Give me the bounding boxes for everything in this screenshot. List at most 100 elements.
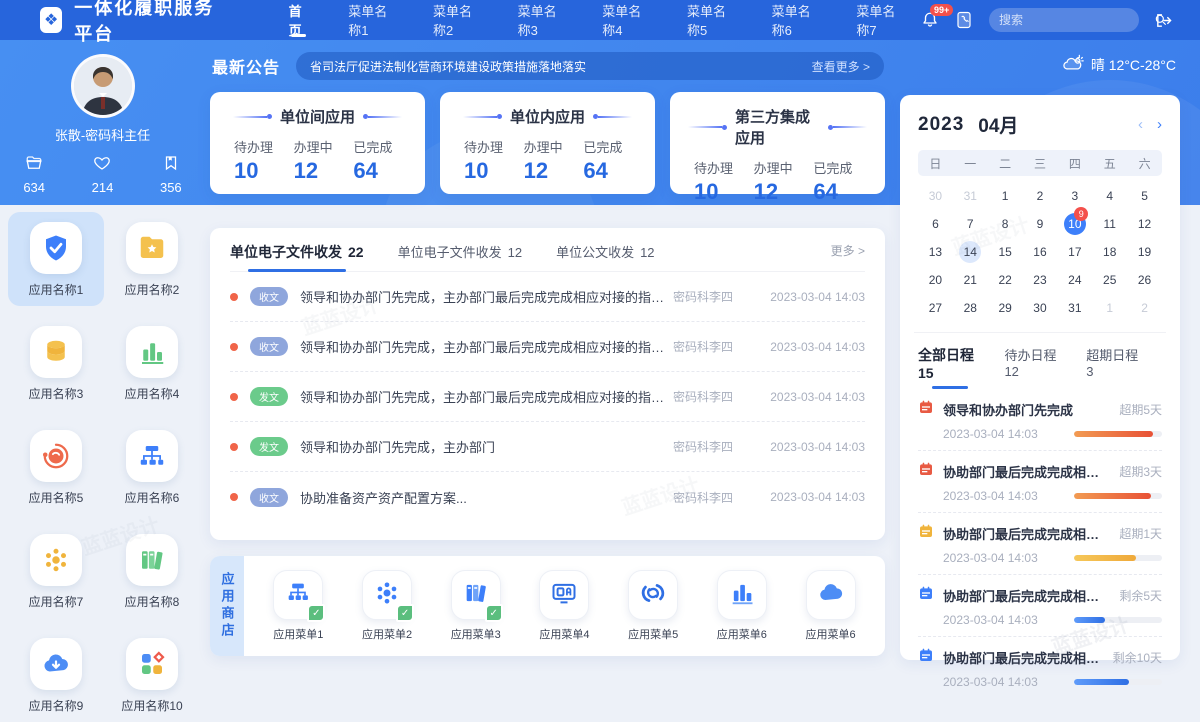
- tab-overdue-schedule[interactable]: 超期日程 3: [1086, 345, 1140, 389]
- sidebar-app-2[interactable]: 应用名称2: [104, 212, 200, 306]
- calendar-schedule-card: 2023 04月 ‹ › 日一 二三 四五 六 30 31 1 2 3 4 5 …: [900, 95, 1180, 660]
- calendar-day[interactable]: 18: [1092, 240, 1127, 264]
- calendar-day-selected[interactable]: 109: [1057, 212, 1092, 236]
- calendar-day[interactable]: 30: [918, 184, 953, 208]
- sidebar-app-3[interactable]: 应用名称3: [8, 316, 104, 410]
- schedule-item[interactable]: 协助部门最后完成完成相应对接... 剩余5天 2023-03-04 14:03: [918, 575, 1162, 637]
- calendar-day[interactable]: 29: [988, 296, 1023, 320]
- store-app-2[interactable]: ✓ 应用菜单2: [362, 570, 412, 642]
- calendar-day[interactable]: 21: [953, 268, 988, 292]
- store-app-6[interactable]: 应用菜单6: [717, 570, 767, 642]
- sidebar-app-5[interactable]: 应用名称5: [8, 420, 104, 514]
- calendar-day[interactable]: 11: [1092, 212, 1127, 236]
- calendar-day[interactable]: 1: [988, 184, 1023, 208]
- stat-documents[interactable]: 634: [0, 154, 68, 195]
- nav-item-menu1[interactable]: 菜单名称1: [328, 0, 413, 40]
- sidebar-app-4[interactable]: 应用名称4: [104, 316, 200, 410]
- stat-bookmarks[interactable]: 356: [137, 154, 205, 195]
- calendar-prev-icon[interactable]: ‹: [1138, 117, 1143, 132]
- doc-type-badge: 收文: [250, 488, 288, 507]
- sidebar-app-1[interactable]: 应用名称1: [8, 212, 104, 306]
- sidebar-app-7[interactable]: 应用名称7: [8, 524, 104, 618]
- store-app-7[interactable]: 应用菜单6: [806, 570, 856, 642]
- calendar-day[interactable]: 20: [918, 268, 953, 292]
- nav-item-home[interactable]: 首页: [269, 0, 329, 40]
- schedule-item[interactable]: 领导和协办部门先完成 超期5天 2023-03-04 14:03: [918, 389, 1162, 451]
- stat-card-third-party[interactable]: 第三方集成应用 待办理10 办理中12 已完成64: [670, 92, 885, 194]
- calendar-day[interactable]: 27: [918, 296, 953, 320]
- doc-list-item[interactable]: 收文 协助准备资产资产配置方案... 密码科李四 2023-03-04 14:0…: [230, 472, 865, 522]
- calendar-day[interactable]: 17: [1057, 240, 1092, 264]
- calendar-day-today[interactable]: 14: [953, 240, 988, 264]
- schedule-progress-bar: [1074, 431, 1162, 437]
- calendar-day[interactable]: 31: [1057, 296, 1092, 320]
- logout-icon[interactable]: [1155, 12, 1172, 29]
- calendar-day[interactable]: 30: [1023, 296, 1058, 320]
- tab-pending-schedule[interactable]: 待办日程 12: [1004, 345, 1064, 389]
- store-app-3[interactable]: ✓ 应用菜单3: [451, 570, 501, 642]
- contacts-book-icon[interactable]: [955, 11, 973, 29]
- store-app-1[interactable]: ✓ 应用菜单1: [273, 570, 323, 642]
- store-app-4[interactable]: 应用菜单4: [539, 570, 589, 642]
- calendar-day[interactable]: 26: [1127, 268, 1162, 292]
- calendar-day[interactable]: 22: [988, 268, 1023, 292]
- calendar-day[interactable]: 16: [1023, 240, 1058, 264]
- calendar-day[interactable]: 4: [1092, 184, 1127, 208]
- doc-list-item[interactable]: 发文 领导和协办部门先完成，主办部门 密码科李四 2023-03-04 14:0…: [230, 422, 865, 472]
- folder-star-icon: [126, 222, 178, 274]
- nav-item-menu5[interactable]: 菜单名称5: [667, 0, 752, 40]
- calendar-day[interactable]: 19: [1127, 240, 1162, 264]
- schedule-item[interactable]: 协助部门最后完成完成相应对接... 超期3天 2023-03-04 14:03: [918, 451, 1162, 513]
- nav-item-menu3[interactable]: 菜单名称3: [498, 0, 583, 40]
- store-app-5[interactable]: 应用菜单5: [628, 570, 678, 642]
- calendar-day[interactable]: 5: [1127, 184, 1162, 208]
- stat-card-inter-unit[interactable]: 单位间应用 待办理10 办理中12 已完成64: [210, 92, 425, 194]
- stat-card-intra-unit[interactable]: 单位内应用 待办理10 办理中12 已完成64: [440, 92, 655, 194]
- tab-doc-exchange-1[interactable]: 单位电子文件收发22: [230, 242, 364, 272]
- calendar-day[interactable]: 15: [988, 240, 1023, 264]
- stat-card-title: 第三方集成应用: [735, 106, 820, 148]
- doc-list-item[interactable]: 发文 领导和协办部门先完成，主办部门最后完成完成相应对接的指示任务办件，请示文 …: [230, 372, 865, 422]
- calendar-day[interactable]: 6: [918, 212, 953, 236]
- metric-label: 待办理: [694, 158, 748, 177]
- calendar-day[interactable]: 28: [953, 296, 988, 320]
- sidebar-app-8[interactable]: 应用名称8: [104, 524, 200, 618]
- tab-official-docs[interactable]: 单位公文收发12: [556, 242, 654, 271]
- calendar-day[interactable]: 7: [953, 212, 988, 236]
- nav-item-menu4[interactable]: 菜单名称4: [582, 0, 667, 40]
- schedule-item[interactable]: 协助部门最后完成完成相应对接... 超期1天 2023-03-04 14:03: [918, 513, 1162, 575]
- notification-bell-icon[interactable]: 99+: [921, 11, 939, 29]
- search-input[interactable]: [999, 13, 1154, 27]
- sidebar-app-label: 应用名称2: [125, 281, 180, 298]
- calendar-day[interactable]: 23: [1023, 268, 1058, 292]
- nav-item-menu7[interactable]: 菜单名称7: [836, 0, 921, 40]
- global-search[interactable]: [989, 8, 1139, 32]
- calendar-day[interactable]: 1: [1092, 296, 1127, 320]
- tab-doc-exchange-2[interactable]: 单位电子文件收发12: [398, 242, 522, 271]
- calendar-day[interactable]: 12: [1127, 212, 1162, 236]
- calendar-day[interactable]: 25: [1092, 268, 1127, 292]
- calendar-day[interactable]: 8: [988, 212, 1023, 236]
- nav-item-menu2[interactable]: 菜单名称2: [413, 0, 498, 40]
- calendar-day[interactable]: 24: [1057, 268, 1092, 292]
- user-avatar[interactable]: [71, 54, 135, 118]
- calendar-day[interactable]: 2: [1127, 296, 1162, 320]
- announcement-pill[interactable]: 省司法厅促进法制化营商环境建设政策措施落地落实 查看更多 >: [296, 52, 884, 80]
- documents-more-link[interactable]: 更多 >: [831, 242, 865, 259]
- calendar-day[interactable]: 13: [918, 240, 953, 264]
- sidebar-app-6[interactable]: 应用名称6: [104, 420, 200, 514]
- calendar-day[interactable]: 9: [1023, 212, 1058, 236]
- announcement-more-link[interactable]: 查看更多 >: [812, 58, 870, 75]
- doc-list-item[interactable]: 收文 领导和协办部门先完成，主办部门最后完成完成相应对接的指示任务办件... 密…: [230, 272, 865, 322]
- tab-all-schedule[interactable]: 全部日程 15: [918, 345, 982, 389]
- calendar-day[interactable]: 2: [1023, 184, 1058, 208]
- calendar-day[interactable]: 3: [1057, 184, 1092, 208]
- doc-list-item[interactable]: 收文 领导和协办部门先完成，主办部门最后完成完成相应对接的指示任务办件，请示文 …: [230, 322, 865, 372]
- calendar-next-icon[interactable]: ›: [1157, 117, 1162, 132]
- schedule-item[interactable]: 协助部门最后完成完成相应对接... 剩余10天 2023-03-04 14:03: [918, 637, 1162, 698]
- stat-favorites[interactable]: 214: [68, 154, 136, 195]
- sidebar-app-10[interactable]: 应用名称10: [104, 628, 200, 722]
- sidebar-app-9[interactable]: 应用名称9: [8, 628, 104, 722]
- nav-item-menu6[interactable]: 菜单名称6: [752, 0, 837, 40]
- calendar-day[interactable]: 31: [953, 184, 988, 208]
